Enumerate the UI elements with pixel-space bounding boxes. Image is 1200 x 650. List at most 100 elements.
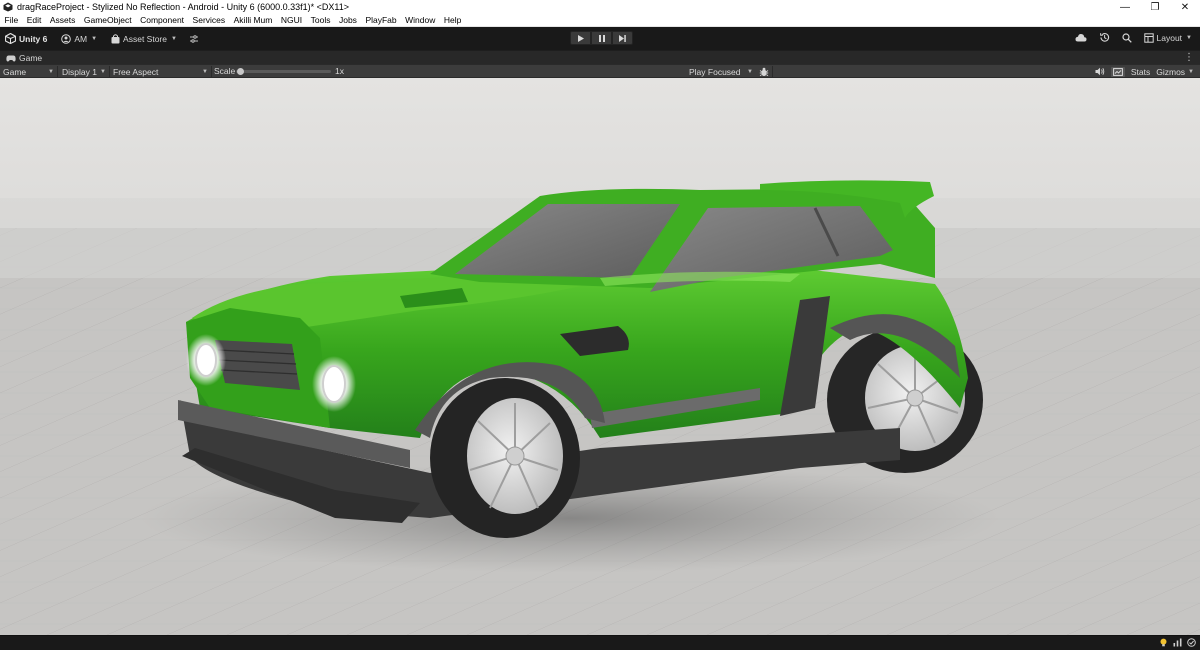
status-bar: [0, 635, 1200, 650]
asset-store-dropdown[interactable]: Asset Store ▼: [111, 34, 177, 44]
speaker-icon: [1095, 67, 1105, 76]
tab-game[interactable]: Game: [0, 51, 48, 65]
game-view-right-controls: Stats Gizmos ▼: [1095, 65, 1200, 78]
minimize-button[interactable]: —: [1110, 0, 1140, 14]
more-options-icon[interactable]: ⋮: [1184, 52, 1194, 64]
layout-label: Layout: [1156, 32, 1183, 43]
tab-game-label: Game: [19, 53, 43, 63]
unity-logo-icon: [5, 33, 16, 44]
layout-icon: [1143, 32, 1154, 43]
pause-button[interactable]: [591, 31, 612, 45]
pause-icon: [598, 34, 605, 42]
scale-icon: [189, 34, 198, 43]
menu-bar: File Edit Assets GameObject Component Se…: [0, 14, 1200, 27]
game-viewport[interactable]: [0, 78, 1200, 635]
chevron-down-icon: ▼: [91, 35, 98, 42]
activity-button[interactable]: [1173, 638, 1182, 647]
unity-editor: dragRaceProject - Stylized No Reflection…: [0, 0, 1200, 650]
menu-file[interactable]: File: [0, 15, 22, 25]
step-button[interactable]: [612, 31, 633, 45]
scale-slider-thumb[interactable]: [237, 68, 244, 75]
divider: [57, 66, 58, 77]
scale-value: 1x: [335, 66, 344, 76]
search-button[interactable]: [1121, 32, 1132, 43]
display-dropdown[interactable]: Display 1 ▼: [59, 65, 109, 78]
play-icon: [577, 34, 584, 42]
unity-label: Unity 6: [19, 33, 48, 44]
progress-button[interactable]: [1187, 638, 1196, 647]
account-icon: [61, 33, 72, 44]
history-icon: [1099, 33, 1109, 42]
scale-label: Scale: [214, 66, 236, 76]
tab-strip: Game ⋮: [0, 50, 1200, 64]
chevron-down-icon: ▼: [1186, 34, 1192, 41]
account-label: AM: [74, 33, 88, 44]
asset-store-label: Asset Store: [123, 33, 167, 44]
window-titlebar: dragRaceProject - Stylized No Reflection…: [0, 0, 1200, 14]
menu-services[interactable]: Services: [188, 15, 229, 25]
menu-akilli-mum[interactable]: Akilli Mum: [229, 15, 276, 25]
cloud-button[interactable]: [1075, 33, 1087, 42]
play-mode-value: Play Focused: [689, 66, 741, 77]
menu-playfab[interactable]: PlayFab: [361, 15, 401, 25]
menu-component[interactable]: Component: [136, 15, 188, 25]
bug-button[interactable]: [759, 67, 769, 77]
history-button[interactable]: [1099, 32, 1110, 43]
aspect-dropdown[interactable]: Free Aspect ▼: [110, 65, 211, 78]
view-type-dropdown[interactable]: Game ▼: [0, 65, 57, 78]
chevron-down-icon: ▼: [747, 68, 753, 75]
step-icon: [619, 34, 626, 42]
gamepad-icon: [6, 55, 16, 61]
activity-icon: [1173, 638, 1182, 647]
game-view-toolbar: Game ▼ Display 1 ▼ Free Aspect ▼ Scale 1…: [0, 64, 1200, 78]
view-type-value: Game: [3, 66, 27, 77]
menu-window[interactable]: Window: [401, 15, 440, 25]
stats-button[interactable]: Stats: [1131, 67, 1150, 77]
menu-edit[interactable]: Edit: [22, 15, 45, 25]
menu-tools[interactable]: Tools: [306, 15, 334, 25]
unity-button[interactable]: Unity 6: [5, 33, 47, 44]
divider: [211, 66, 212, 77]
layout-dropdown[interactable]: Layout ▼: [1143, 32, 1192, 43]
gizmos-label: Gizmos: [1156, 66, 1186, 77]
chevron-down-icon: ▼: [100, 68, 106, 75]
screen-icon: [1112, 67, 1123, 76]
chevron-down-icon: ▼: [48, 68, 54, 75]
front-wheel: [430, 378, 580, 538]
aspect-value: Free Aspect: [113, 66, 159, 77]
front-grille: [215, 340, 300, 390]
unity-app-icon: [3, 2, 13, 12]
window-title: dragRaceProject - Stylized No Reflection…: [17, 2, 350, 12]
menu-jobs[interactable]: Jobs: [334, 15, 360, 25]
close-button[interactable]: ✕: [1170, 0, 1200, 14]
menu-ngui[interactable]: NGUI: [276, 15, 306, 25]
chevron-down-icon: ▼: [170, 35, 177, 42]
check-circle-icon: [1187, 638, 1196, 647]
play-button[interactable]: [570, 31, 591, 45]
search-icon: [1121, 32, 1132, 43]
lightbulb-icon: [1160, 638, 1167, 647]
audio-mute-button[interactable]: [1095, 67, 1105, 76]
chevron-down-icon: ▼: [1188, 68, 1194, 75]
play-mode-dropdown[interactable]: Play Focused ▼: [686, 65, 756, 78]
chevron-down-icon: ▼: [202, 68, 208, 75]
car-scene: [0, 78, 1200, 635]
gizmos-dropdown[interactable]: Gizmos ▼: [1156, 67, 1194, 77]
play-controls: [570, 31, 633, 45]
divider: [772, 66, 773, 77]
frame-debug-toggle[interactable]: [1110, 66, 1125, 77]
menu-gameobject[interactable]: GameObject: [79, 15, 135, 25]
restore-button[interactable]: ❐: [1140, 0, 1170, 14]
scale-tool-button[interactable]: [189, 34, 199, 44]
window-controls: — ❐ ✕: [1110, 0, 1200, 14]
cloud-icon: [1075, 34, 1087, 42]
menu-help[interactable]: Help: [439, 15, 465, 25]
notification-button[interactable]: [1159, 638, 1168, 647]
scale-slider-track[interactable]: [236, 70, 331, 73]
account-dropdown[interactable]: AM ▼: [61, 34, 97, 44]
display-value: Display 1: [62, 66, 97, 77]
bug-icon: [759, 67, 769, 77]
menu-assets[interactable]: Assets: [45, 15, 79, 25]
toolbar-right: Layout ▼: [1063, 32, 1192, 43]
asset-store-icon: [111, 33, 120, 43]
